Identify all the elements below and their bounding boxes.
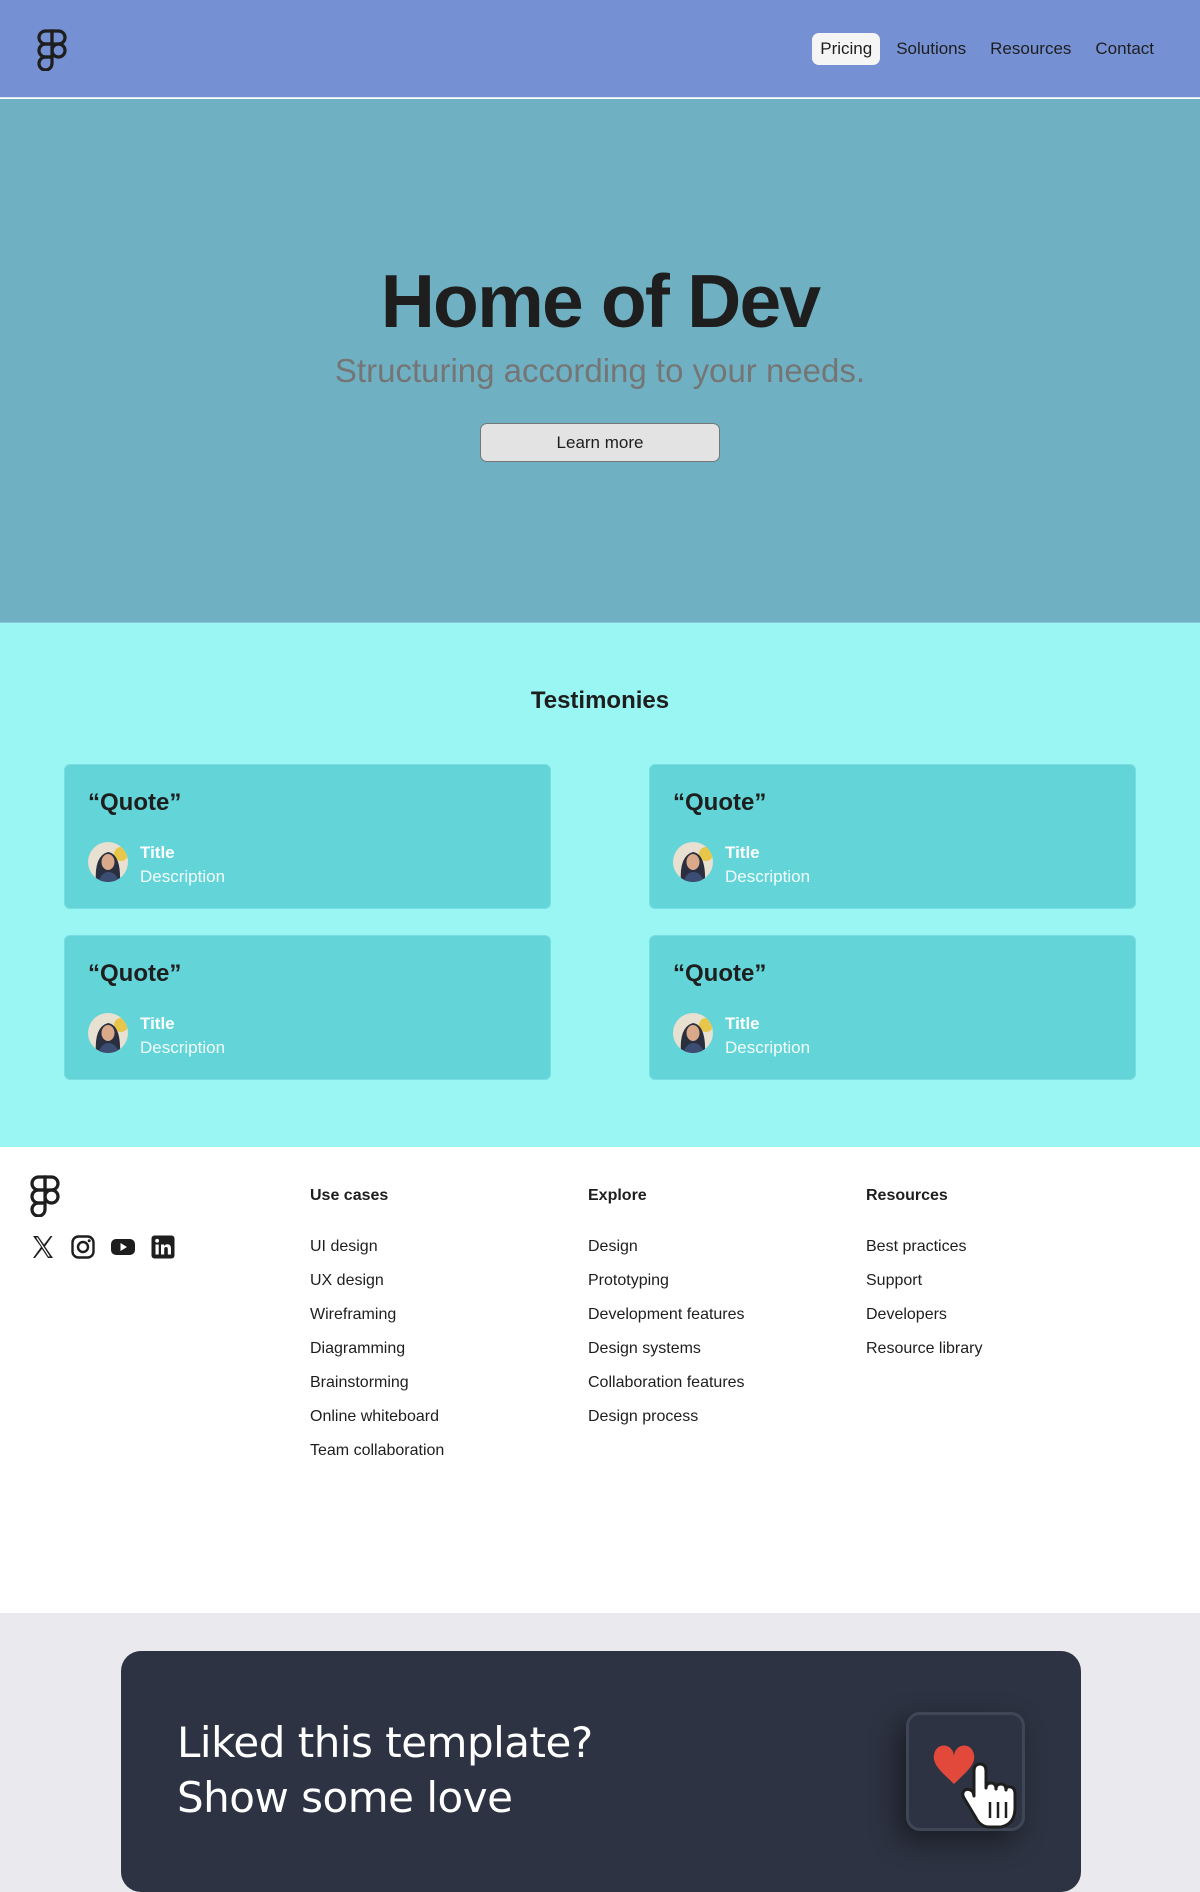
footer-link[interactable]: Diagramming [310,1339,444,1373]
footer-link[interactable]: Developers [866,1305,982,1339]
testimonial-card: “Quote” Title Description [64,935,551,1080]
footer-column-use-cases: Use cases UI design UX design Wireframin… [310,1187,444,1475]
testimonial-card: “Quote” Title Description [649,764,1136,909]
testimonial-quote: “Quote” [88,789,182,816]
youtube-icon[interactable] [110,1234,136,1260]
footer-link[interactable]: Online whiteboard [310,1407,444,1441]
avatar [88,842,128,882]
footer-link[interactable]: Collaboration features [588,1373,745,1407]
footer-column-heading: Resources [866,1187,948,1204]
testimonial-card: “Quote” Title Description [64,764,551,909]
testimonial-quote: “Quote” [673,789,767,816]
footer-link[interactable]: Design systems [588,1339,745,1373]
testimonial-card: “Quote” Title Description [649,935,1136,1080]
promo-heading-line-2: Show some love [177,1773,513,1822]
heart-hand-icon [933,1745,1017,1829]
figma-logo-icon[interactable] [37,29,67,71]
section-title: Testimonies [530,687,670,714]
site-header: Pricing Solutions Resources Contact [0,0,1200,98]
testimonial-description: Description [140,867,226,886]
instagram-icon[interactable] [70,1234,96,1260]
nav-item-pricing[interactable]: Pricing [812,33,881,65]
footer-link[interactable]: Resource library [866,1339,982,1373]
footer-link[interactable]: Prototyping [588,1271,745,1305]
footer-link[interactable]: Design process [588,1407,745,1441]
footer-link[interactable]: Support [866,1271,982,1305]
footer-link[interactable]: Wireframing [310,1305,444,1339]
footer-link[interactable]: UI design [310,1237,444,1271]
avatar [88,1013,128,1053]
main-nav: Pricing Solutions Resources Contact [812,33,1162,65]
hero-section: Home of Dev Structuring according to you… [0,99,1200,623]
footer-column-heading: Explore [588,1187,647,1204]
promo-banner: Liked this template? Show some love [121,1651,1081,1892]
nav-item-contact[interactable]: Contact [1087,33,1162,65]
footer-column-resources: Resources Best practices Support Develop… [866,1187,982,1373]
testimonial-description: Description [140,1038,226,1057]
testimonial-title: Title [140,1014,175,1033]
testimonial-title: Title [140,843,175,862]
footer-link[interactable]: Design [588,1237,745,1271]
hero-subtitle: Structuring according to your needs. [334,352,866,389]
figma-logo-icon[interactable] [30,1175,60,1217]
site-footer: Use cases UI design UX design Wireframin… [0,1147,1200,1613]
hero-title: Home of Dev [380,259,821,343]
testimonial-description: Description [725,867,811,886]
avatar [673,842,713,882]
testimonial-title: Title [725,1014,760,1033]
testimonial-description: Description [725,1038,811,1057]
footer-link[interactable]: UX design [310,1271,444,1305]
testimonies-section: Testimonies “Quote” Title Description “Q… [0,623,1200,1147]
footer-link[interactable]: Development features [588,1305,745,1339]
x-icon[interactable] [30,1234,56,1260]
testimonial-quote: “Quote” [88,960,182,987]
like-button[interactable] [906,1712,1025,1831]
nav-item-resources[interactable]: Resources [982,33,1079,65]
testimonial-quote: “Quote” [673,960,767,987]
footer-column-heading: Use cases [310,1187,389,1204]
linkedin-icon[interactable] [150,1234,176,1260]
nav-item-solutions[interactable]: Solutions [888,33,974,65]
footer-link[interactable]: Team collaboration [310,1441,444,1475]
promo-section: Liked this template? Show some love [0,1613,1200,1892]
footer-link[interactable]: Brainstorming [310,1373,444,1407]
social-links [30,1234,176,1260]
promo-heading-line-1: Liked this template? [177,1718,593,1767]
footer-column-explore: Explore Design Prototyping Development f… [588,1187,745,1441]
footer-link[interactable]: Best practices [866,1237,982,1271]
learn-more-button[interactable]: Learn more [480,423,720,462]
avatar [673,1013,713,1053]
testimonial-title: Title [725,843,760,862]
